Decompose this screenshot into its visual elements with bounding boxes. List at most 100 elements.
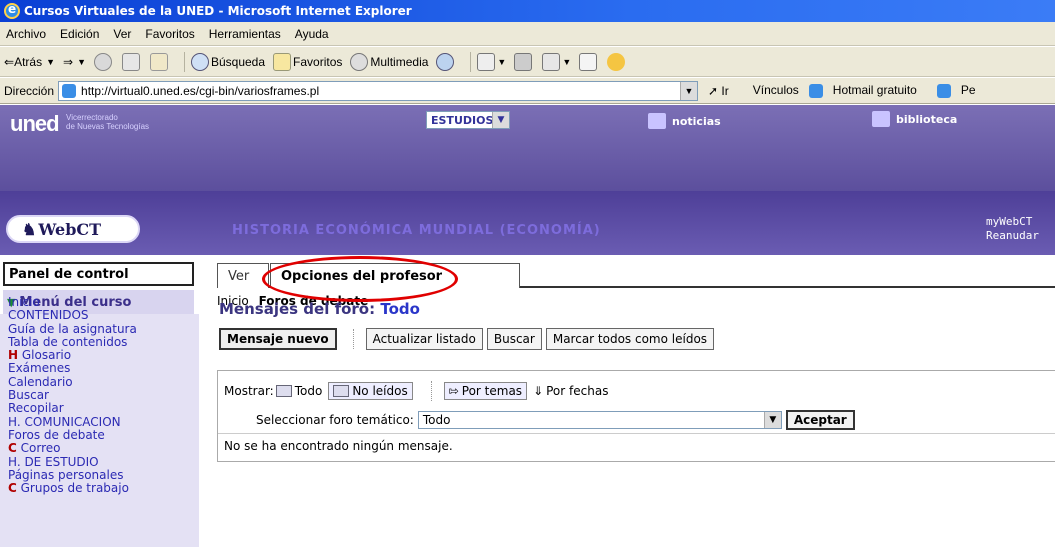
back-dropdown-icon[interactable]: ▼ [46, 57, 55, 67]
estudios-dropdown-icon[interactable]: ▼ [492, 112, 509, 128]
forward-dropdown-icon[interactable]: ▼ [77, 57, 86, 67]
url-text: http://virtual0.uned.es/cgi-bin/variosfr… [81, 83, 320, 98]
menu-favoritos[interactable]: Favoritos [145, 27, 194, 41]
noticias-link[interactable]: noticias [648, 113, 721, 129]
history-icon [436, 52, 455, 71]
back-button[interactable]: ⇐ Atrás ▼ [4, 55, 55, 69]
edit-button[interactable]: ▼ [542, 52, 571, 71]
browser-toolbar: ⇐ Atrás ▼ ⇒ ▼ Búsqueda Favoritos Multime… [0, 47, 1055, 77]
sidebar-item-grupos[interactable]: C Grupos de trabajo [8, 482, 198, 495]
glosario-label: Glosario [18, 348, 72, 363]
mywebct-link[interactable]: myWebCT [986, 215, 1039, 229]
estudios-value: ESTUDIOS [431, 113, 494, 127]
multimedia-button[interactable]: Multimedia [350, 52, 428, 71]
menu-ver[interactable]: Ver [113, 27, 131, 41]
webct-logo[interactable]: ♞ WebCT [6, 215, 140, 243]
stop-button[interactable] [93, 52, 114, 71]
print-button[interactable] [514, 52, 534, 71]
sidebar-item-comunicacion[interactable]: H. COMUNICACION [8, 415, 198, 429]
show-filter: Mostrar: Todo No leídos ⇰ Por temas ⇓ Por … [224, 381, 614, 401]
menu-archivo[interactable]: Archivo [6, 27, 46, 41]
noticias-icon [648, 113, 666, 129]
webct-logo-text: WebCT [38, 219, 102, 239]
sidebar-item-foros[interactable]: Foros de debate [8, 428, 198, 442]
forum-select[interactable]: Todo ▼ [417, 411, 782, 429]
sidebar-item-contenidos[interactable]: CONTENIDOS [8, 308, 198, 322]
menu-ayuda[interactable]: Ayuda [295, 27, 329, 41]
sidebar-item-correo[interactable]: C Correo [8, 442, 198, 455]
favorites-button[interactable]: Favoritos [273, 52, 342, 71]
sidebar-item-paginas[interactable]: Páginas personales [8, 468, 198, 482]
refresh-icon [121, 52, 140, 71]
refresh-list-button[interactable]: Actualizar listado [365, 328, 483, 350]
sidebar-item-estudio[interactable]: H. DE ESTUDIO [8, 455, 198, 469]
forward-button[interactable]: ⇒ ▼ [63, 55, 86, 69]
tab-ver[interactable]: Ver [217, 263, 269, 288]
url-input[interactable]: http://virtual0.uned.es/cgi-bin/variosfr… [58, 80, 699, 101]
sidebar-item-buscar[interactable]: Buscar [8, 388, 198, 402]
back-arrow-icon: ⇐ [4, 54, 15, 69]
arrow-down-icon: ⇓ [533, 384, 544, 398]
correo-label: Correo [16, 441, 61, 456]
search-button[interactable]: Búsqueda [190, 52, 265, 71]
sidebar-item-guia[interactable]: Guía de la asignatura [8, 322, 198, 336]
sidebar-item-recopilar[interactable]: Recopilar [8, 402, 198, 416]
forum-select-dropdown-icon[interactable]: ▼ [763, 412, 781, 428]
estudios-select[interactable]: ESTUDIOS ▼ [426, 111, 510, 129]
sidebar-item-tabla[interactable]: Tabla de contenidos [8, 335, 198, 349]
edit-icon [542, 52, 561, 71]
uned-subtitle: Vicerrectorado de Nuevas Tecnologías [66, 113, 149, 131]
url-dropdown-icon[interactable]: ▼ [680, 81, 698, 100]
resume-link[interactable]: Reanudar [986, 229, 1039, 243]
messenger-button[interactable] [607, 52, 627, 71]
show-all-label: Todo [294, 384, 323, 398]
by-topic-label: Por temas [461, 384, 523, 398]
filter-divider [218, 433, 1055, 434]
discuss-button[interactable] [579, 52, 599, 71]
refresh-button[interactable] [121, 52, 142, 71]
search-messages-button[interactable]: Buscar [486, 328, 542, 350]
mail-button[interactable]: ▼ [477, 52, 506, 71]
uned-logo[interactable]: uned [10, 111, 60, 137]
home-icon [149, 52, 168, 71]
forward-arrow-icon: ⇒ [63, 54, 74, 69]
forum-select-row: Seleccionar foro temático: Todo ▼ Acepta… [256, 410, 855, 430]
edit-dropdown-icon[interactable]: ▼ [562, 57, 571, 67]
show-all-option[interactable]: Todo [275, 384, 323, 398]
biblioteca-label: biblioteca [896, 112, 958, 126]
mail-dropdown-icon[interactable]: ▼ [497, 57, 506, 67]
multimedia-icon [350, 52, 369, 71]
menu-bar: Archivo Edición Ver Favoritos Herramient… [0, 22, 1055, 46]
history-button[interactable] [436, 52, 456, 71]
sidebar-item-examenes[interactable]: Exámenes [8, 362, 198, 376]
uned-header: uned Vicerrectorado de Nuevas Tecnología… [0, 105, 1055, 191]
back-label: Atrás [14, 54, 43, 69]
show-unread-option[interactable]: No leídos [328, 382, 413, 400]
control-panel-button[interactable]: Panel de control [3, 262, 194, 286]
sidebar-item-glosario[interactable]: H Glosario [8, 349, 198, 362]
show-label: Mostrar: [224, 384, 274, 398]
home-button[interactable] [149, 52, 170, 71]
toolbar-separator [470, 51, 472, 72]
sidebar-item-inicio[interactable]: Inicio [8, 295, 198, 309]
link-hotmail-label: Hotmail gratuito [832, 83, 917, 98]
mark-all-read-button[interactable]: Marcar todos como leídos [545, 328, 715, 350]
button-separator [352, 329, 354, 349]
menu-edicion[interactable]: Edición [60, 27, 99, 41]
biblioteca-link[interactable]: biblioteca [872, 111, 957, 127]
new-message-button[interactable]: Mensaje nuevo [219, 328, 337, 350]
sidebar-item-calendario[interactable]: Calendario [8, 375, 198, 389]
go-button[interactable]: ➚ Ir [708, 84, 729, 98]
print-icon [514, 52, 533, 71]
accept-button[interactable]: Aceptar [785, 410, 855, 430]
links-label: Vínculos [752, 83, 799, 98]
go-arrow-icon: ➚ [708, 83, 719, 98]
menu-herramientas[interactable]: Herramientas [209, 27, 281, 41]
page-icon [62, 83, 77, 98]
by-date-option[interactable]: ⇓ Por fechas [533, 384, 608, 398]
link-hotmail[interactable]: Hotmail gratuito [808, 83, 927, 98]
link-pe[interactable]: Pe [936, 83, 986, 98]
action-button-row: Mensaje nuevo Actualizar listado Buscar … [219, 328, 720, 350]
address-bar: Dirección http://virtual0.uned.es/cgi-bi… [0, 78, 1055, 104]
by-topic-option[interactable]: ⇰ Por temas [443, 382, 528, 400]
